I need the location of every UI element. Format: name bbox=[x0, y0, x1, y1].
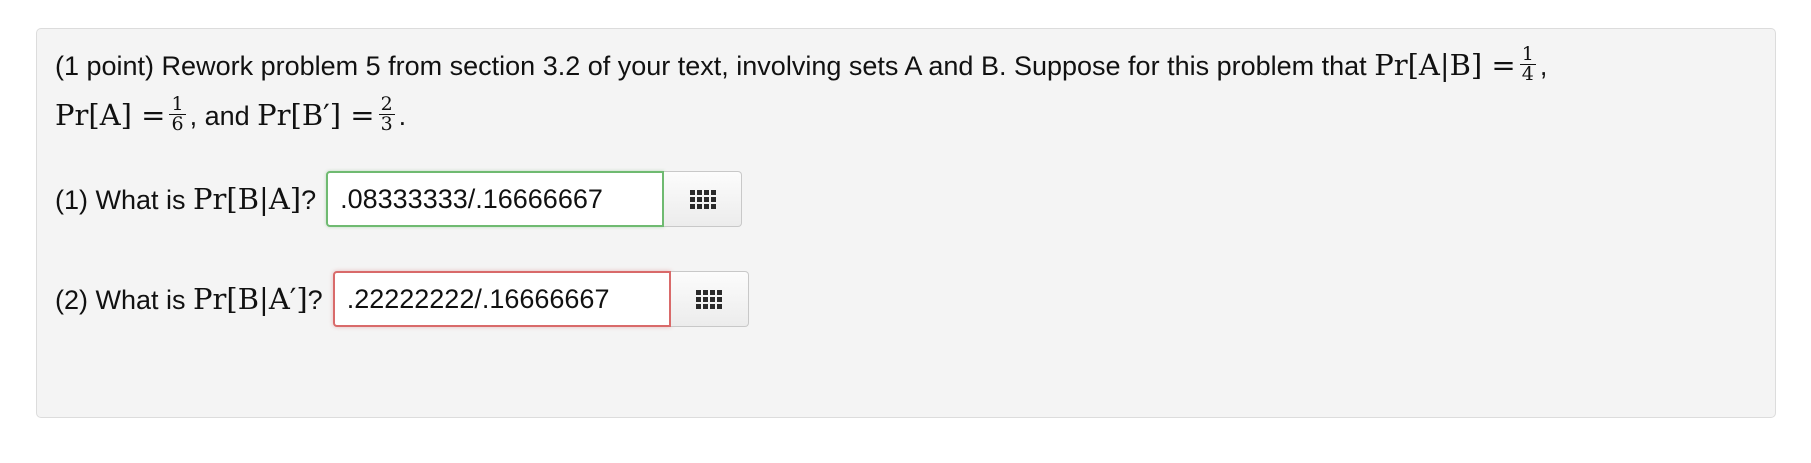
answer-1-input[interactable] bbox=[326, 171, 665, 227]
pr-a: Pr[A] = bbox=[55, 98, 166, 132]
question-1-label: (1) What is Pr[B|A]? bbox=[55, 182, 317, 216]
pr-b-complement: Pr[B′] = bbox=[257, 98, 375, 132]
equation-palette-icon bbox=[689, 189, 716, 209]
question-1: (1) What is Pr[B|A]? bbox=[55, 171, 743, 227]
problem-statement: (1 point) Rework problem 5 from section … bbox=[55, 43, 1548, 136]
fraction-one-quarter: 14 bbox=[1519, 43, 1536, 86]
answer-2-input[interactable] bbox=[332, 271, 671, 327]
equation-palette-button-2[interactable] bbox=[670, 271, 749, 327]
pr-a-given-b: Pr[A|B] = bbox=[1374, 48, 1516, 82]
problem-intro: (1 point) Rework problem 5 from section … bbox=[55, 51, 1367, 81]
question-2-label: (2) What is Pr[B|A′]? bbox=[55, 282, 323, 316]
equation-palette-icon bbox=[696, 289, 723, 309]
fraction-one-sixth: 16 bbox=[169, 93, 186, 136]
question-2: (2) What is Pr[B|A′]? bbox=[55, 271, 749, 327]
problem-panel: (1 point) Rework problem 5 from section … bbox=[36, 28, 1776, 418]
equation-palette-button-1[interactable] bbox=[664, 171, 743, 227]
fraction-two-thirds: 23 bbox=[378, 93, 395, 136]
and-text: , and bbox=[189, 101, 250, 131]
